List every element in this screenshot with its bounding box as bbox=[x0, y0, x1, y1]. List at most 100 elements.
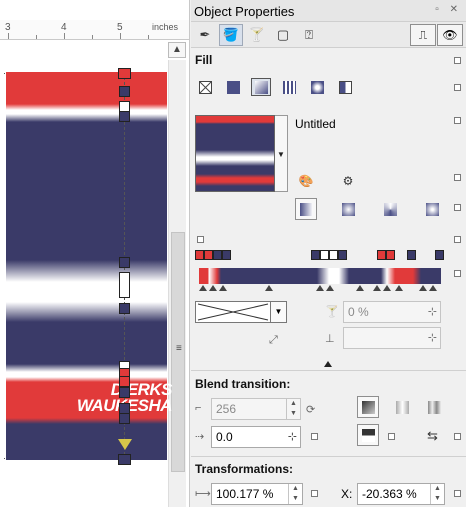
slider-icon[interactable]: ⊹ bbox=[428, 331, 437, 344]
eye-view-icon[interactable]: 👁 bbox=[437, 24, 463, 46]
gradient-node-handle[interactable] bbox=[119, 111, 130, 122]
midpoint-field[interactable]: ⊹ bbox=[343, 327, 441, 349]
acceleration-fills-button[interactable] bbox=[357, 424, 379, 446]
midpoint-marker[interactable] bbox=[383, 285, 391, 291]
color-stop[interactable] bbox=[213, 250, 222, 260]
pin-checkbox[interactable] bbox=[454, 270, 461, 277]
transparency-field[interactable]: 0 % ⊹ bbox=[343, 301, 441, 323]
pin-checkbox[interactable] bbox=[454, 433, 461, 440]
pin-checkbox[interactable] bbox=[454, 57, 461, 64]
gradient-node-handle[interactable] bbox=[119, 86, 130, 97]
color-stop[interactable] bbox=[320, 250, 329, 260]
color-stop[interactable] bbox=[222, 250, 231, 260]
copy-fill-icon[interactable]: 🎨 bbox=[295, 170, 317, 192]
line-style-selector[interactable] bbox=[195, 301, 271, 323]
pin-checkbox[interactable] bbox=[311, 490, 318, 497]
color-stop[interactable] bbox=[407, 250, 416, 260]
midpoint-marker[interactable] bbox=[373, 285, 381, 291]
summary-tab-question-icon[interactable]: ⍰ bbox=[297, 24, 321, 46]
vertical-scrollbar[interactable]: ≡ bbox=[168, 60, 186, 507]
midpoint-marker[interactable] bbox=[356, 285, 364, 291]
vector-pattern-fill-button[interactable] bbox=[279, 78, 299, 96]
uniform-fill-button[interactable] bbox=[223, 78, 243, 96]
blend-steps-field[interactable]: 256 ▲ ▼ bbox=[211, 398, 301, 420]
gradient-node-handle[interactable] bbox=[119, 413, 130, 424]
gradient-node-handle[interactable] bbox=[119, 303, 130, 314]
color-stop[interactable] bbox=[435, 250, 444, 260]
swap-icon[interactable]: ⇆ bbox=[427, 428, 438, 444]
gradient-node-handle[interactable] bbox=[119, 257, 130, 268]
line-style-dropdown[interactable]: ▼ bbox=[271, 301, 287, 323]
pin-checkbox[interactable] bbox=[454, 117, 461, 124]
elliptical-fountain-button[interactable] bbox=[337, 198, 359, 220]
steps-spinner[interactable]: ▲ ▼ bbox=[286, 399, 300, 419]
postscript-fill-button[interactable] bbox=[335, 78, 355, 96]
corners-tab-square-icon[interactable]: ▢ bbox=[271, 24, 295, 46]
midpoint-marker[interactable] bbox=[429, 285, 437, 291]
gradient-node-handle[interactable] bbox=[119, 387, 130, 398]
color-stop[interactable] bbox=[311, 250, 320, 260]
slider-icon[interactable]: ⊹ bbox=[288, 430, 297, 443]
color-stop[interactable] bbox=[386, 250, 395, 260]
color-stop[interactable] bbox=[204, 250, 213, 260]
pin-checkbox[interactable] bbox=[311, 433, 318, 440]
x-offset-spinner[interactable]: ▲ ▼ bbox=[430, 484, 444, 504]
horizontal-ruler[interactable]: 3 4 5 inches bbox=[0, 20, 189, 40]
pin-checkbox[interactable] bbox=[454, 84, 461, 91]
collapse-arrow-icon[interactable] bbox=[324, 361, 332, 367]
midpoint-marker[interactable] bbox=[419, 285, 427, 291]
drawing-canvas[interactable]: 3 4 5 inches ▲ ≡ · · DIERKS WAUKESHA bbox=[0, 0, 190, 507]
gradient-start-handle[interactable] bbox=[118, 68, 131, 79]
gradient-midpoint-slider[interactable] bbox=[118, 439, 132, 450]
no-fill-icon bbox=[199, 81, 212, 94]
outline-tab-pen-icon[interactable]: ✒ bbox=[193, 24, 217, 46]
conical-fountain-button[interactable] bbox=[379, 198, 401, 220]
pin-checkbox[interactable] bbox=[197, 236, 204, 243]
scrollbar-thumb[interactable]: ≡ bbox=[171, 232, 185, 472]
fountain-fill-button[interactable] bbox=[251, 78, 271, 96]
pin-checkbox[interactable] bbox=[454, 174, 461, 181]
midpoint-marker[interactable] bbox=[209, 285, 217, 291]
scale-field[interactable]: 100.177 % ▲ ▼ bbox=[211, 483, 303, 505]
fill-tab-bucket-icon[interactable]: 🪣 bbox=[219, 24, 243, 46]
frame-icon[interactable]: ⎍ bbox=[410, 24, 436, 46]
save-fill-icon[interactable]: ⚙ bbox=[337, 170, 359, 192]
pin-checkbox[interactable] bbox=[454, 236, 461, 243]
pin-checkbox[interactable] bbox=[388, 433, 395, 440]
scale-spinner[interactable]: ▲ ▼ bbox=[288, 484, 302, 504]
linear-fountain-button[interactable] bbox=[295, 198, 317, 220]
midpoint-marker[interactable] bbox=[316, 285, 324, 291]
rainbow-blend-button[interactable] bbox=[423, 396, 445, 418]
gradient-node-handle[interactable] bbox=[119, 272, 130, 298]
color-stop[interactable] bbox=[377, 250, 386, 260]
linear-blend-button[interactable] bbox=[357, 396, 379, 418]
no-fill-button[interactable] bbox=[195, 78, 215, 96]
midpoint-marker[interactable] bbox=[395, 285, 403, 291]
color-stop[interactable] bbox=[195, 250, 204, 260]
rectangular-fountain-button[interactable] bbox=[421, 198, 443, 220]
gradient-end-handle[interactable] bbox=[118, 454, 131, 465]
direct-blend-button[interactable] bbox=[391, 396, 413, 418]
fill-picker-dropdown[interactable]: ▼ bbox=[275, 115, 288, 192]
gradient-bar[interactable] bbox=[199, 268, 441, 284]
midpoint-marker[interactable] bbox=[326, 285, 334, 291]
panel-controls[interactable]: ▫ ✕ bbox=[435, 4, 462, 15]
slider-icon[interactable]: ⊹ bbox=[428, 305, 437, 318]
texture-fill-button[interactable] bbox=[307, 78, 327, 96]
pin-checkbox[interactable] bbox=[454, 204, 461, 211]
color-stop[interactable] bbox=[329, 250, 338, 260]
midpoint-marker[interactable] bbox=[265, 285, 273, 291]
fill-preview-swatch[interactable] bbox=[195, 115, 275, 192]
midpoint-marker[interactable] bbox=[199, 285, 207, 291]
x-offset-field[interactable]: -20.363 % ▲ ▼ bbox=[357, 483, 445, 505]
direct-blend-icon bbox=[396, 401, 409, 414]
scroll-up-button[interactable]: ▲ bbox=[168, 42, 186, 58]
color-stop[interactable] bbox=[338, 250, 347, 260]
acceleration-field[interactable]: 0.0 ⊹ bbox=[211, 426, 301, 448]
lock-steps-icon[interactable]: ⟳ bbox=[306, 403, 315, 416]
transparency-tab-glass-icon[interactable]: 🍸 bbox=[245, 24, 269, 46]
pin-checkbox[interactable] bbox=[454, 490, 461, 497]
gradient-node-handle[interactable] bbox=[119, 376, 130, 387]
midpoint-marker[interactable] bbox=[219, 285, 227, 291]
divider bbox=[191, 370, 466, 371]
